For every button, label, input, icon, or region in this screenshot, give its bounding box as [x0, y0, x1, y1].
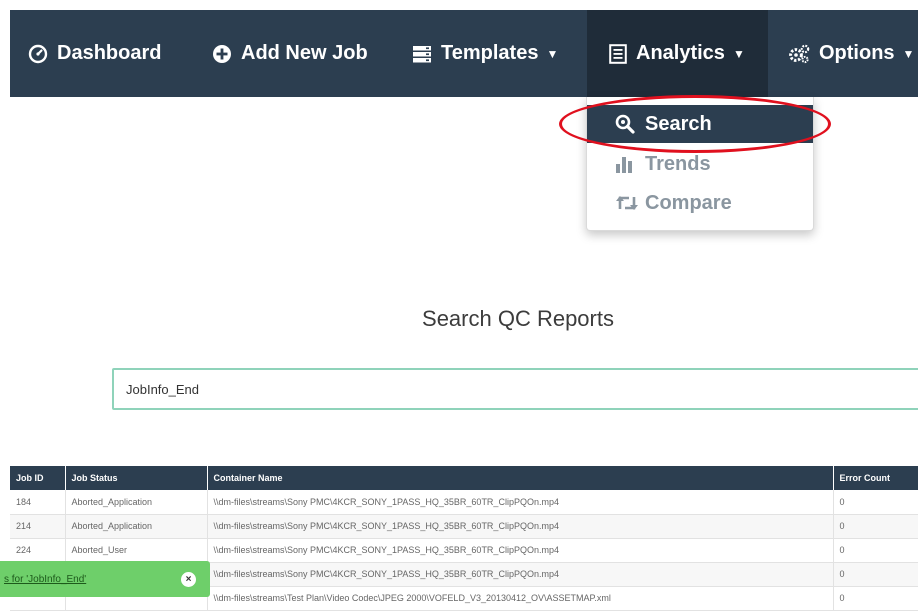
page-title: Search QC Reports [422, 306, 614, 331]
search-input[interactable] [112, 368, 918, 410]
top-navbar: Dashboard Add New Job Templates ▼ Analyt… [10, 10, 918, 97]
gears-icon [788, 44, 810, 64]
cell-error-count: 0 [833, 490, 918, 515]
cell-job-status: Aborted_User [65, 538, 208, 563]
cell-job-id: 184 [10, 490, 66, 515]
caret-down-icon: ▼ [546, 46, 559, 61]
cell-container-name: \\dm-files\streams\Sony PMC\4KCR_SONY_1P… [207, 514, 834, 539]
nav-templates[interactable]: Templates ▼ [412, 10, 558, 97]
search-result-toast: s for 'JobInfo_End' × [0, 561, 210, 597]
table-row[interactable]: 184 Aborted_Application \\dm-files\strea… [10, 490, 918, 515]
nav-options-label: Options [819, 42, 895, 64]
dashboard-gauge-icon [28, 44, 48, 64]
table-header-row: Job ID Job Status Container Name Error C… [10, 466, 918, 490]
cell-job-id: 214 [10, 514, 66, 539]
cell-container-name: \\dm-files\streams\Sony PMC\4KCR_SONY_1P… [207, 538, 834, 563]
nav-add-new-job[interactable]: Add New Job [212, 10, 368, 97]
cell-job-status: Aborted_Application [65, 514, 208, 539]
toast-close-icon[interactable]: × [181, 572, 196, 587]
cell-container-name: \\dm-files\streams\Test Plan\Video Codec… [207, 586, 834, 611]
bar-chart-icon [615, 155, 639, 173]
cell-error-count: 0 [833, 562, 918, 587]
menu-item-compare-label: Compare [645, 191, 732, 214]
nav-analytics-label: Analytics [636, 42, 725, 64]
column-header-error-count[interactable]: Error Count [833, 466, 918, 490]
caret-down-icon: ▼ [902, 46, 915, 61]
nav-dashboard[interactable]: Dashboard [28, 10, 161, 97]
cell-job-id: 224 [10, 538, 66, 563]
nav-analytics[interactable]: Analytics ▼ [587, 10, 768, 97]
list-document-icon [609, 43, 627, 64]
column-header-job-id[interactable]: Job ID [10, 466, 66, 490]
column-header-job-status[interactable]: Job Status [65, 466, 208, 490]
nav-add-new-job-label: Add New Job [241, 42, 368, 64]
search-magnifier-icon [615, 114, 639, 134]
menu-item-compare[interactable]: Compare [587, 184, 813, 222]
toast-message[interactable]: s for 'JobInfo_End' [4, 574, 86, 585]
caret-down-icon: ▼ [732, 46, 745, 61]
nav-templates-label: Templates [441, 42, 539, 64]
menu-item-search-label: Search [645, 112, 712, 135]
menu-item-trends-label: Trends [645, 152, 711, 175]
nav-options[interactable]: Options ▼ [788, 10, 914, 97]
table-row[interactable]: 224 Aborted_User \\dm-files\streams\Sony… [10, 538, 918, 563]
menu-item-search[interactable]: Search [587, 105, 813, 143]
cell-error-count: 0 [833, 586, 918, 611]
menu-item-trends[interactable]: Trends [587, 145, 813, 183]
nav-dashboard-label: Dashboard [57, 42, 162, 64]
cell-container-name: \\dm-files\streams\Sony PMC\4KCR_SONY_1P… [207, 490, 834, 515]
retweet-arrows-icon [615, 194, 639, 212]
cell-job-status: Aborted_Application [65, 490, 208, 515]
analytics-dropdown-menu: Search Trends Compare [586, 97, 814, 231]
plus-circle-icon [212, 44, 232, 64]
column-header-container-name[interactable]: Container Name [207, 466, 834, 490]
cell-container-name: \\dm-files\streams\Sony PMC\4KCR_SONY_1P… [207, 562, 834, 587]
server-stack-icon [412, 45, 432, 63]
cell-error-count: 0 [833, 538, 918, 563]
table-row[interactable]: 214 Aborted_Application \\dm-files\strea… [10, 514, 918, 539]
cell-error-count: 0 [833, 514, 918, 539]
